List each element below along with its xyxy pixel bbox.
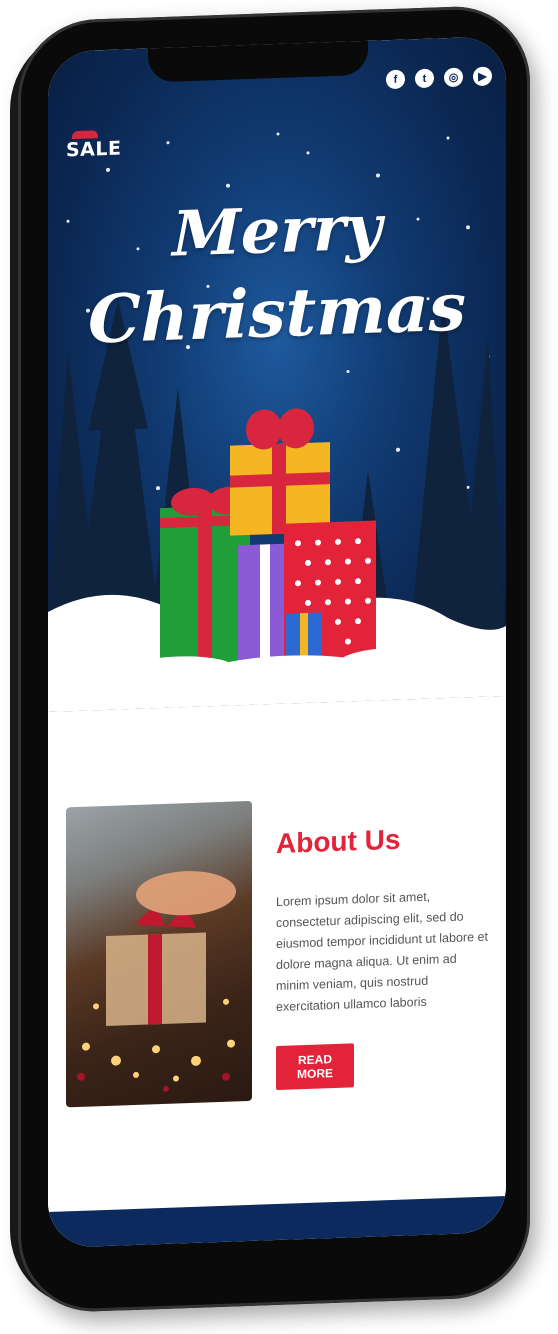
sale-logo[interactable]: SALE xyxy=(66,130,122,162)
read-more-button[interactable]: READ MORE xyxy=(276,1043,354,1091)
hero-title-line2: Christmas xyxy=(88,267,466,359)
social-links: f t ◎ ▶ xyxy=(386,66,492,90)
hero-banner: SALE f t ◎ ▶ Merry Christmas xyxy=(48,36,506,712)
about-body-text: Lorem ipsum dolor sit amet, consectetur … xyxy=(276,889,488,1015)
about-section: About Us Lorem ipsum dolor sit amet, con… xyxy=(48,696,506,1248)
photo-illustration xyxy=(77,871,236,1092)
gift-boxes xyxy=(118,408,438,692)
gift-wrapping-photo xyxy=(66,800,252,1108)
instagram-icon[interactable]: ◎ xyxy=(444,67,463,88)
facebook-icon[interactable]: f xyxy=(386,69,405,90)
logo-text: SALE xyxy=(66,137,122,162)
phone-screen: SALE f t ◎ ▶ Merry Christmas About Us Lo… xyxy=(48,36,506,1248)
youtube-icon[interactable]: ▶ xyxy=(473,66,492,87)
about-heading: About Us xyxy=(276,823,401,860)
santa-hat-icon xyxy=(72,130,98,140)
twitter-icon[interactable]: t xyxy=(415,68,434,89)
